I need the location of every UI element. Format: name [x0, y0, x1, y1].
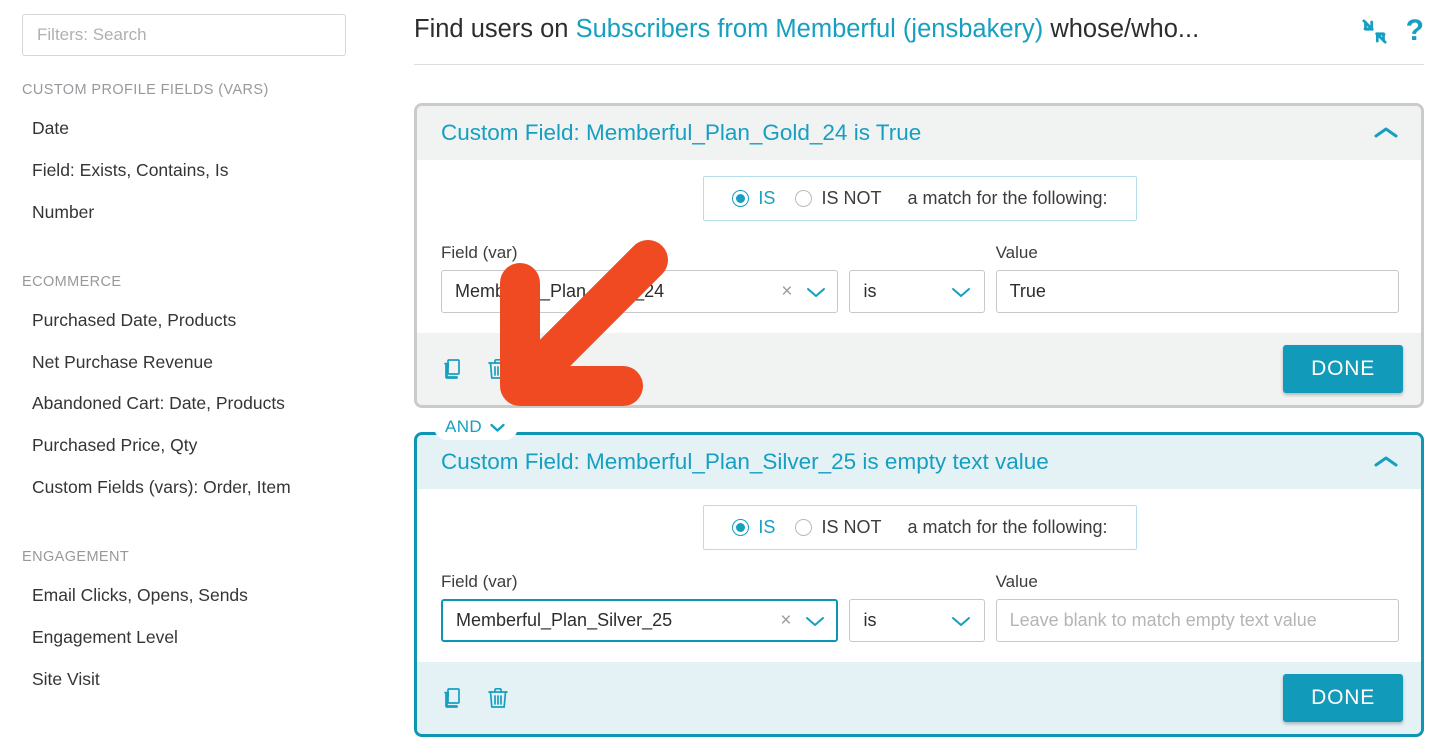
- chevron-down-icon[interactable]: [805, 285, 827, 299]
- filters-search-input[interactable]: [22, 14, 346, 56]
- filter-builder-app: CUSTOM PROFILE FIELDS (VARS) Date Field:…: [0, 0, 1440, 747]
- match-description: a match for the following:: [907, 517, 1108, 538]
- filter-card-silver: Custom Field: Memberful_Plan_Silver_25 i…: [414, 432, 1424, 738]
- radio-is-not[interactable]: [795, 190, 813, 208]
- field-var-label: Field (var): [441, 243, 518, 263]
- copy-icon[interactable]: [441, 686, 465, 710]
- field-var-select[interactable]: Memberful_Plan_Gold_24 ×: [441, 270, 839, 314]
- field-var-group: Field (var) Memberful_Plan_Silver_25 ×: [441, 572, 839, 643]
- sidebar-group-custom-profile-fields: CUSTOM PROFILE FIELDS (VARS) Date Field:…: [0, 82, 390, 234]
- operator-group: is: [849, 599, 985, 643]
- search-wrap: [0, 14, 390, 56]
- radio-is[interactable]: [732, 190, 750, 208]
- radio-is-label[interactable]: IS: [758, 517, 775, 538]
- header-divider: [414, 64, 1424, 66]
- filter-card-footer: DONE: [417, 662, 1421, 735]
- page-title: Find users on Subscribers from Memberful…: [414, 10, 1361, 48]
- chevron-down-icon[interactable]: [950, 614, 972, 628]
- copy-icon[interactable]: [441, 357, 465, 381]
- filter-card-header[interactable]: Custom Field: Memberful_Plan_Gold_24 is …: [417, 106, 1421, 161]
- field-var-value: Memberful_Plan_Silver_25: [456, 610, 673, 631]
- done-button[interactable]: DONE: [1283, 674, 1403, 723]
- trash-icon[interactable]: [487, 686, 509, 710]
- condition-row: Field (var) Memberful_Plan_Gold_24 × is …: [441, 243, 1399, 314]
- chevron-down-icon[interactable]: [804, 614, 826, 628]
- sidebar-group-title: CUSTOM PROFILE FIELDS (VARS): [22, 82, 269, 98]
- sidebar-item-custom-fields-order-item[interactable]: Custom Fields (vars): Order, Item: [0, 467, 390, 509]
- logic-connector-label: AND: [445, 417, 483, 437]
- footer-icon-group: [441, 686, 1283, 710]
- chevron-down-icon[interactable]: [950, 285, 972, 299]
- card-spacer: [414, 408, 1424, 432]
- operator-value: is: [863, 281, 877, 302]
- value-label: Value: [995, 572, 1038, 592]
- filter-cards-list: Custom Field: Memberful_Plan_Gold_24 is …: [414, 103, 1424, 738]
- filter-card-body: IS IS NOT a match for the following: Fie…: [417, 489, 1421, 663]
- filter-card-header[interactable]: Custom Field: Memberful_Plan_Silver_25 i…: [417, 435, 1421, 490]
- filter-card-title: Custom Field: Memberful_Plan_Silver_25 i…: [441, 449, 1049, 475]
- radio-is-label[interactable]: IS: [758, 188, 775, 209]
- operator-value: is: [863, 610, 877, 631]
- chevron-up-icon[interactable]: [1373, 125, 1399, 141]
- sidebar-item-engagement-level[interactable]: Engagement Level: [0, 617, 390, 659]
- filter-card-gold: Custom Field: Memberful_Plan_Gold_24 is …: [414, 103, 1424, 409]
- sidebar-item-email-clicks-opens-sends[interactable]: Email Clicks, Opens, Sends: [0, 575, 390, 617]
- footer-icon-group: [441, 357, 1283, 381]
- filter-card-footer: DONE: [417, 333, 1421, 406]
- operator-select[interactable]: is: [849, 599, 985, 643]
- match-mode-selector: IS IS NOT a match for the following:: [703, 176, 1137, 222]
- header-icons: ?: [1361, 10, 1424, 46]
- help-icon[interactable]: ?: [1406, 16, 1424, 46]
- filter-card-silver-wrap: AND Custom Field: Memberful_Plan_Silver_…: [414, 414, 1424, 738]
- radio-is[interactable]: [732, 519, 750, 537]
- field-var-select[interactable]: Memberful_Plan_Silver_25 ×: [441, 599, 839, 643]
- match-description: a match for the following:: [907, 188, 1108, 209]
- filter-card-body: IS IS NOT a match for the following: Fie…: [417, 160, 1421, 334]
- trash-icon[interactable]: [487, 357, 509, 381]
- clear-icon[interactable]: ×: [781, 282, 792, 301]
- sidebar-item-date[interactable]: Date: [0, 108, 390, 150]
- main-header: Find users on Subscribers from Memberful…: [414, 0, 1424, 48]
- query-builder-main: Find users on Subscribers from Memberful…: [390, 0, 1440, 747]
- sidebar-group-title: ECOMMERCE: [22, 273, 122, 290]
- radio-is-not-label[interactable]: IS NOT: [821, 517, 881, 538]
- value-text: True: [1009, 281, 1046, 302]
- sidebar-item-net-purchase-revenue[interactable]: Net Purchase Revenue: [0, 342, 390, 384]
- radio-is-not-label[interactable]: IS NOT: [821, 188, 881, 209]
- value-placeholder: Leave blank to match empty text value: [1009, 610, 1317, 631]
- value-input[interactable]: Leave blank to match empty text value: [995, 599, 1399, 643]
- value-group: Value Leave blank to match empty text va…: [995, 572, 1399, 643]
- chevron-down-icon[interactable]: [489, 422, 506, 433]
- operator-group: is: [849, 270, 985, 314]
- collapse-arrows-icon[interactable]: [1361, 18, 1388, 45]
- match-mode-selector: IS IS NOT a match for the following:: [703, 505, 1137, 551]
- value-input[interactable]: True: [995, 270, 1399, 314]
- condition-row: Field (var) Memberful_Plan_Silver_25 × i…: [441, 572, 1399, 643]
- sidebar-group-engagement: ENGAGEMENT Email Clicks, Opens, Sends En…: [0, 549, 390, 701]
- field-var-label: Field (var): [441, 572, 518, 592]
- filter-card-title: Custom Field: Memberful_Plan_Gold_24 is …: [441, 120, 922, 146]
- page-title-suffix: whose/who...: [1043, 15, 1200, 43]
- field-var-value: Memberful_Plan_Gold_24: [455, 281, 665, 302]
- operator-select[interactable]: is: [849, 270, 985, 314]
- sidebar-item-abandoned-cart-date-products[interactable]: Abandoned Cart: Date, Products: [0, 383, 390, 425]
- filters-sidebar: CUSTOM PROFILE FIELDS (VARS) Date Field:…: [0, 0, 390, 747]
- sidebar-item-number[interactable]: Number: [0, 192, 390, 234]
- page-title-source-link[interactable]: Subscribers from Memberful (jensbakery): [576, 15, 1044, 43]
- page-title-prefix: Find users on: [414, 15, 576, 43]
- radio-is-not[interactable]: [795, 519, 813, 537]
- sidebar-group-ecommerce: ECOMMERCE Purchased Date, Products Net P…: [0, 274, 390, 509]
- logic-connector-and[interactable]: AND: [434, 414, 519, 441]
- field-var-group: Field (var) Memberful_Plan_Gold_24 ×: [441, 243, 839, 314]
- sidebar-item-purchased-date-products[interactable]: Purchased Date, Products: [0, 300, 390, 342]
- clear-icon[interactable]: ×: [780, 611, 791, 630]
- chevron-up-icon[interactable]: [1373, 454, 1399, 470]
- value-group: Value True: [995, 243, 1399, 314]
- done-button[interactable]: DONE: [1283, 345, 1403, 394]
- value-label: Value: [995, 243, 1038, 263]
- sidebar-item-site-visit[interactable]: Site Visit: [0, 659, 390, 701]
- sidebar-item-purchased-price-qty[interactable]: Purchased Price, Qty: [0, 425, 390, 467]
- sidebar-item-field-exists-contains-is[interactable]: Field: Exists, Contains, Is: [0, 150, 390, 192]
- sidebar-group-title: ENGAGEMENT: [22, 549, 130, 565]
